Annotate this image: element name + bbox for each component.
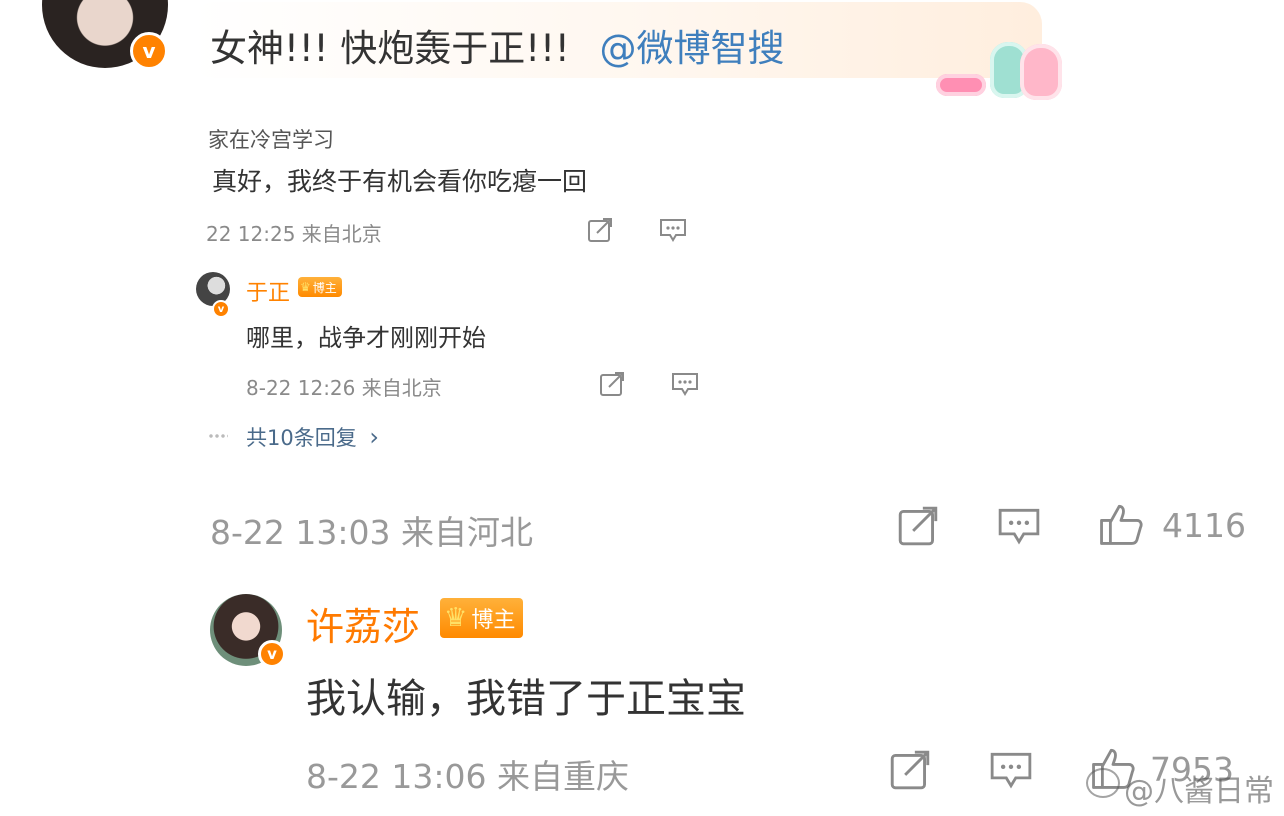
top-comment-body: 女神!!! 快炮轰于正!!! — [210, 27, 570, 70]
share-icon[interactable] — [598, 370, 626, 398]
second-comment-text: 我认输，我错了于正宝宝 — [306, 676, 746, 722]
mention-link[interactable]: @微博智搜 — [600, 27, 785, 70]
weibo-logo-icon — [1086, 768, 1120, 798]
nested-comment-meta: 22 12:25 来自北京 — [206, 222, 382, 246]
comment-icon[interactable] — [670, 370, 700, 398]
second-comment-meta: 8-22 13:06 来自重庆 — [306, 757, 629, 796]
thumbs-up-icon[interactable] — [1096, 500, 1146, 548]
badge-label: 博主 — [471, 608, 516, 633]
comment-icon[interactable] — [988, 748, 1034, 792]
nested-reply-user[interactable]: 于正 — [246, 275, 290, 307]
verified-badge-icon: v — [130, 32, 168, 70]
share-icon[interactable] — [888, 748, 932, 792]
top-comment-text: 女神!!! 快炮轰于正!!! @微博智搜 — [210, 18, 785, 72]
comment-icon[interactable] — [658, 216, 688, 244]
crown-icon: ♛ — [444, 603, 468, 633]
candy-sticker-icon — [936, 74, 986, 96]
nested-comment-text: 真好，我终于有机会看你吃瘪一回 — [212, 167, 588, 196]
view-replies-label: 共10条回复 — [246, 426, 357, 450]
verified-badge-icon: v — [258, 640, 286, 668]
crown-icon: ♛ — [300, 280, 311, 294]
verified-badge-icon: v — [212, 300, 230, 318]
bear-sticker-icon — [1020, 44, 1062, 100]
badge-label: 博主 — [312, 280, 337, 295]
second-comment-user[interactable]: 许荔莎 — [306, 596, 420, 651]
view-replies-link[interactable]: 共10条回复 › — [246, 422, 379, 452]
top-comment-meta: 8-22 13:03 来自河北 — [210, 513, 533, 552]
chevron-right-icon: › — [369, 423, 380, 451]
comment-icon[interactable] — [996, 504, 1042, 548]
nested-reply-text: 哪里，战争才刚刚开始 — [246, 324, 486, 352]
thread-dots — [208, 434, 228, 438]
second-comment-badge: ♛ 博主 — [440, 598, 524, 638]
watermark-text: @八酱日常 — [1124, 774, 1274, 809]
nested-reply-badge: ♛ 博主 — [298, 276, 342, 297]
nested-reply-meta: 8-22 12:26 来自北京 — [246, 376, 442, 400]
share-icon[interactable] — [896, 504, 940, 548]
share-icon[interactable] — [586, 216, 614, 244]
nested-comment-user[interactable]: 家在冷宫学习 — [208, 124, 334, 154]
like-count: 4116 — [1162, 506, 1246, 545]
